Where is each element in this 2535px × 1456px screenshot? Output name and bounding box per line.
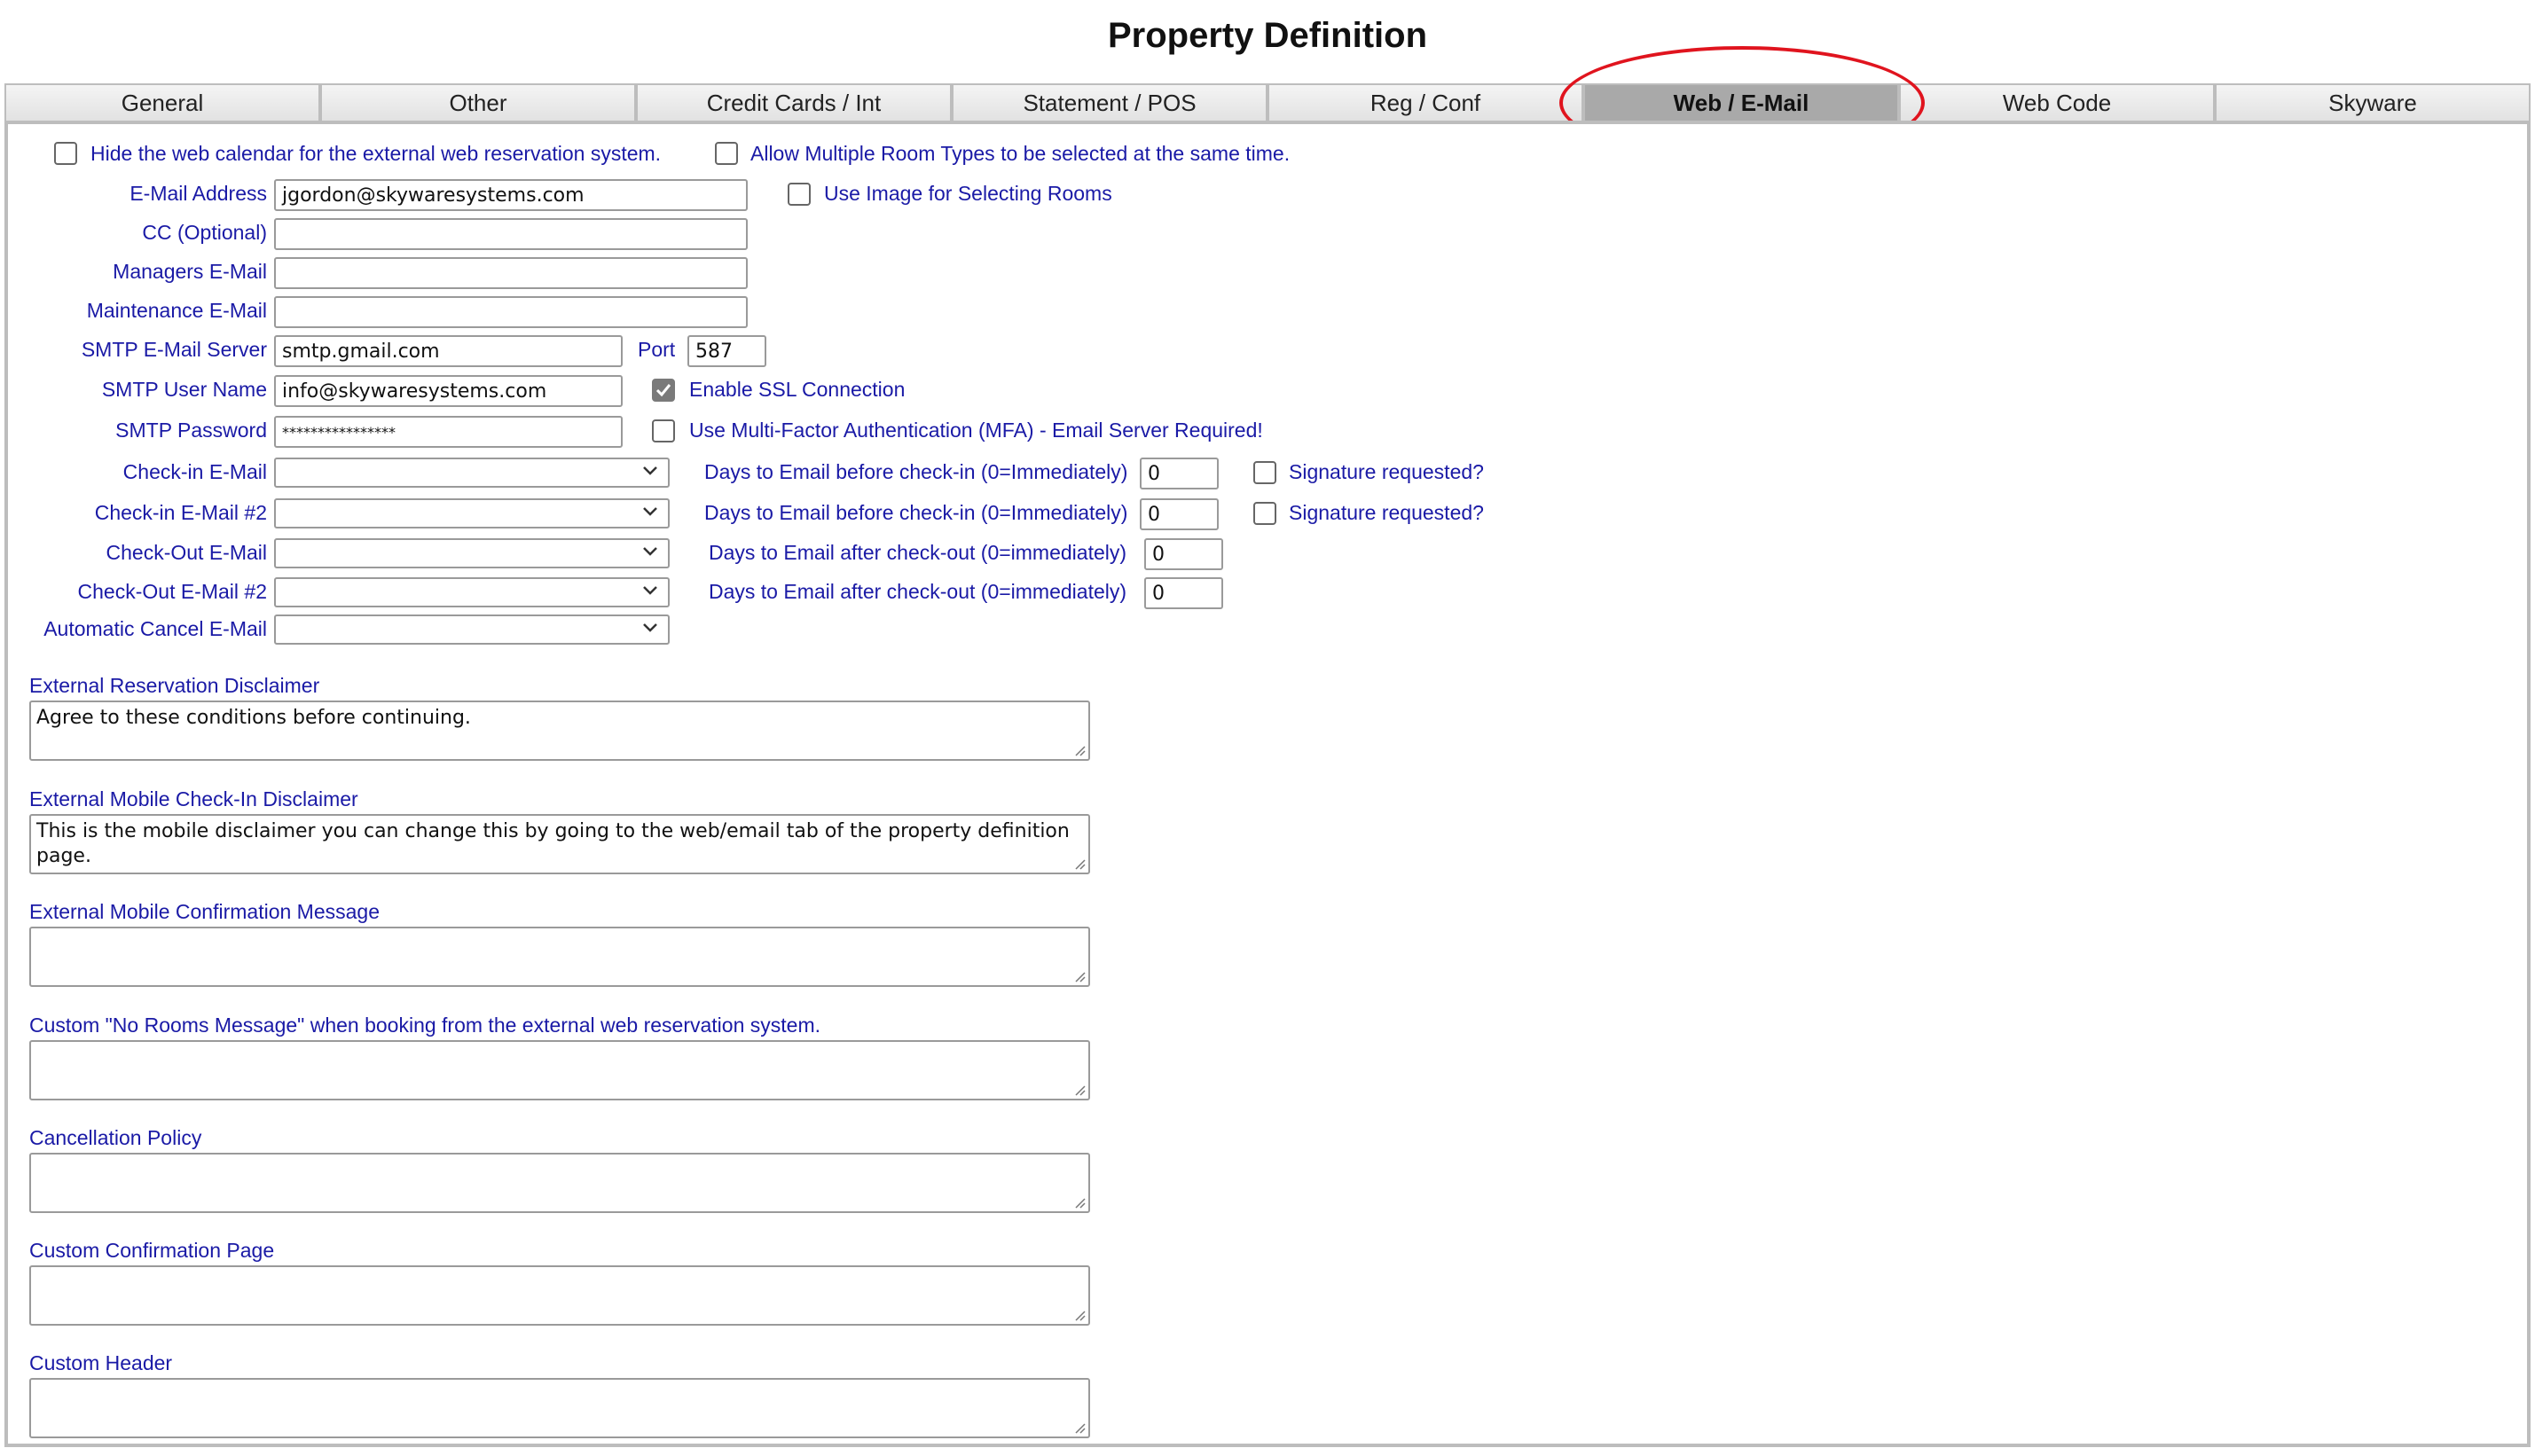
cancellation-policy-label: Cancellation Policy bbox=[29, 1126, 202, 1149]
chevron-down-icon bbox=[643, 586, 657, 595]
no-rooms-message-textarea[interactable] bbox=[29, 1040, 1090, 1100]
tab-credit-cards[interactable]: Credit Cards / Int bbox=[636, 83, 952, 121]
use-image-rooms-checkbox[interactable] bbox=[788, 183, 811, 206]
checkin-days-field[interactable]: 0 bbox=[1140, 458, 1219, 489]
checkin-email-select[interactable] bbox=[274, 458, 670, 488]
checkout-days-label: Days to Email after check-out (0=immedia… bbox=[709, 541, 1127, 564]
checkout-email-2-select[interactable] bbox=[274, 577, 670, 607]
tab-web-code[interactable]: Web Code bbox=[1899, 83, 2215, 121]
chevron-down-icon bbox=[643, 466, 657, 475]
resize-grip-icon[interactable] bbox=[1071, 742, 1086, 756]
maintenance-email-label: Maintenance E-Mail bbox=[86, 299, 267, 322]
checkout-email-select[interactable] bbox=[274, 538, 670, 568]
custom-header-label: Custom Header bbox=[29, 1351, 173, 1374]
resize-grip-icon[interactable] bbox=[1071, 968, 1086, 982]
checkin-email-2-select[interactable] bbox=[274, 498, 670, 528]
mobile-checkin-disclaimer-text: This is the mobile disclaimer you can ch… bbox=[36, 820, 1070, 867]
web-email-panel: Hide the web calendar for the external w… bbox=[4, 121, 2531, 1447]
smtp-password-label: SMTP Password bbox=[115, 419, 267, 442]
checkin-email-2-label: Check-in E-Mail #2 bbox=[94, 501, 267, 524]
chevron-down-icon bbox=[643, 507, 657, 516]
email-address-label: E-Mail Address bbox=[129, 182, 267, 205]
tab-reg-conf[interactable]: Reg / Conf bbox=[1268, 83, 1583, 121]
auto-cancel-email-select[interactable] bbox=[274, 614, 670, 645]
allow-multiple-room-types-label: Allow Multiple Room Types to be selected… bbox=[750, 142, 1291, 165]
checkout-email-2-label: Check-Out E-Mail #2 bbox=[77, 580, 267, 603]
checkin-2-signature-checkbox[interactable] bbox=[1253, 502, 1276, 525]
resize-grip-icon[interactable] bbox=[1071, 856, 1086, 870]
mobile-confirmation-label: External Mobile Confirmation Message bbox=[29, 900, 381, 923]
custom-confirmation-page-label: Custom Confirmation Page bbox=[29, 1239, 275, 1262]
cc-field[interactable] bbox=[274, 218, 748, 250]
checkin-2-days-field[interactable]: 0 bbox=[1140, 498, 1219, 530]
resize-grip-icon[interactable] bbox=[1071, 1420, 1086, 1434]
hide-web-calendar-checkbox[interactable] bbox=[54, 142, 77, 165]
cc-label: CC (Optional) bbox=[142, 221, 267, 244]
managers-email-field[interactable] bbox=[274, 257, 748, 289]
smtp-user-field[interactable]: info@skywaresystems.com bbox=[274, 375, 623, 407]
ext-reservation-disclaimer-textarea[interactable]: Agree to these conditions before continu… bbox=[29, 701, 1090, 761]
tab-web-email[interactable]: Web / E-Mail bbox=[1583, 83, 1899, 121]
tab-bar: General Other Credit Cards / Int Stateme… bbox=[4, 83, 2531, 121]
hide-web-calendar-label: Hide the web calendar for the external w… bbox=[90, 142, 662, 165]
tab-statement-pos[interactable]: Statement / POS bbox=[952, 83, 1268, 121]
smtp-server-label: SMTP E-Mail Server bbox=[81, 338, 267, 361]
cancellation-policy-textarea[interactable] bbox=[29, 1153, 1090, 1213]
checkin-email-label: Check-in E-Mail bbox=[122, 460, 267, 483]
use-mfa-label: Use Multi-Factor Authentication (MFA) - … bbox=[689, 419, 1263, 442]
checkin-signature-checkbox[interactable] bbox=[1253, 461, 1276, 484]
checkin-days-label: Days to Email before check-in (0=Immedia… bbox=[704, 460, 1128, 483]
tab-skyware[interactable]: Skyware bbox=[2215, 83, 2531, 121]
checkmark-icon bbox=[655, 384, 671, 397]
mobile-checkin-disclaimer-label: External Mobile Check-In Disclaimer bbox=[29, 787, 358, 810]
checkin-signature-label: Signature requested? bbox=[1289, 460, 1484, 483]
smtp-server-field[interactable]: smtp.gmail.com bbox=[274, 335, 623, 367]
mobile-confirmation-textarea[interactable] bbox=[29, 927, 1090, 987]
resize-grip-icon[interactable] bbox=[1071, 1082, 1086, 1096]
no-rooms-message-label: Custom "No Rooms Message" when booking f… bbox=[29, 1014, 820, 1037]
allow-multiple-room-types-checkbox[interactable] bbox=[715, 142, 738, 165]
use-mfa-checkbox[interactable] bbox=[652, 419, 675, 442]
checkout-email-label: Check-Out E-Mail bbox=[106, 541, 267, 564]
resize-grip-icon[interactable] bbox=[1071, 1194, 1086, 1209]
custom-header-textarea[interactable] bbox=[29, 1378, 1090, 1438]
enable-ssl-checkbox[interactable] bbox=[652, 379, 675, 402]
maintenance-email-field[interactable] bbox=[274, 296, 748, 328]
checkout-2-days-field[interactable]: 0 bbox=[1144, 577, 1223, 609]
smtp-user-label: SMTP User Name bbox=[101, 378, 267, 401]
custom-confirmation-page-textarea[interactable] bbox=[29, 1265, 1090, 1326]
checkout-days-field[interactable]: 0 bbox=[1144, 538, 1223, 570]
managers-email-label: Managers E-Mail bbox=[113, 260, 267, 283]
email-address-field[interactable]: jgordon@skywaresystems.com bbox=[274, 179, 748, 211]
chevron-down-icon bbox=[643, 547, 657, 556]
enable-ssl-label: Enable SSL Connection bbox=[689, 378, 906, 401]
port-field[interactable]: 587 bbox=[687, 335, 766, 367]
checkout-2-days-label: Days to Email after check-out (0=immedia… bbox=[709, 580, 1127, 603]
use-image-rooms-label: Use Image for Selecting Rooms bbox=[824, 182, 1112, 205]
checkin-2-signature-label: Signature requested? bbox=[1289, 501, 1484, 524]
port-label: Port bbox=[638, 338, 676, 361]
auto-cancel-email-label: Automatic Cancel E-Mail bbox=[43, 617, 267, 640]
smtp-password-field[interactable]: **************** bbox=[274, 416, 623, 448]
chevron-down-icon bbox=[643, 623, 657, 632]
tab-general[interactable]: General bbox=[4, 83, 320, 121]
resize-grip-icon[interactable] bbox=[1071, 1307, 1086, 1321]
tab-other[interactable]: Other bbox=[320, 83, 636, 121]
ext-reservation-disclaimer-text: Agree to these conditions before continu… bbox=[36, 707, 471, 729]
ext-reservation-disclaimer-label: External Reservation Disclaimer bbox=[29, 674, 320, 697]
page-title: Property Definition bbox=[1107, 16, 1428, 55]
mobile-checkin-disclaimer-textarea[interactable]: This is the mobile disclaimer you can ch… bbox=[29, 814, 1090, 874]
checkin-2-days-label: Days to Email before check-in (0=Immedia… bbox=[704, 501, 1128, 524]
